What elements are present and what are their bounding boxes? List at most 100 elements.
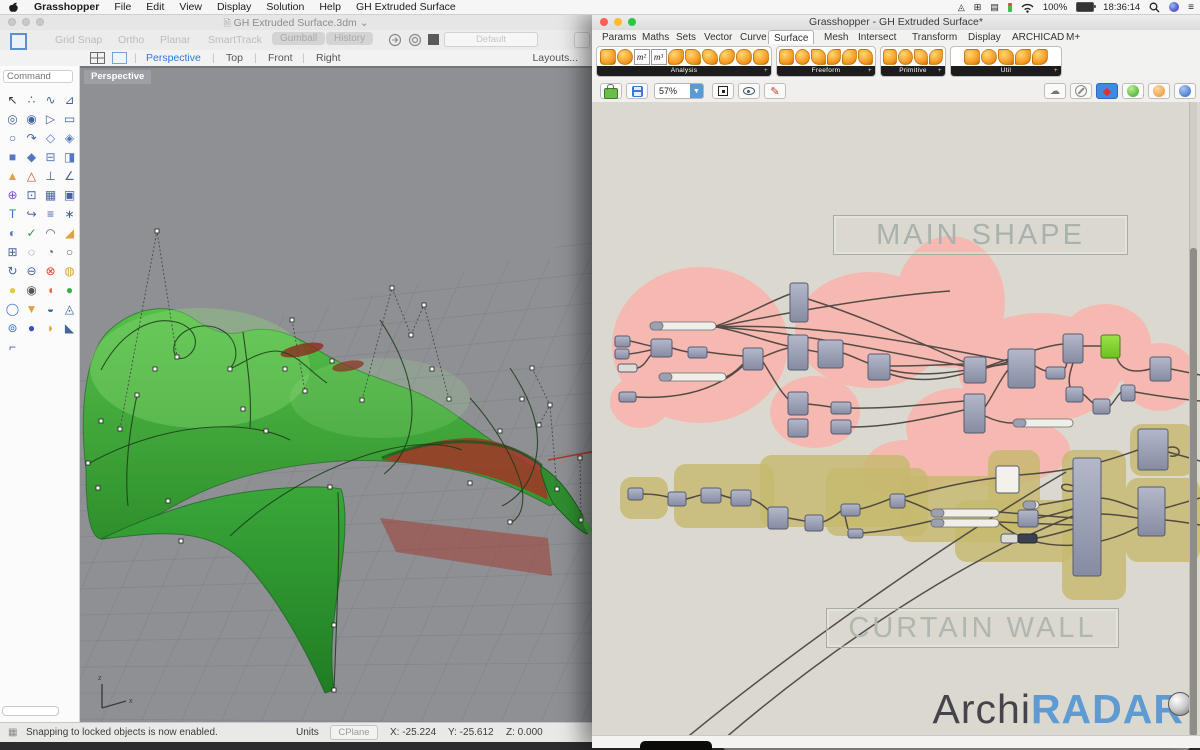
tab-perspective[interactable]: Perspective: [146, 52, 201, 64]
ortho-toggle[interactable]: Ortho: [118, 34, 144, 46]
gh-menu-params[interactable]: Params: [598, 31, 640, 44]
gumball-button[interactable]: Gumball: [272, 32, 325, 45]
eval-component-icon[interactable]: [702, 49, 718, 65]
swoosh-component-icon[interactable]: [858, 49, 873, 65]
snap-grid-icon[interactable]: ▦: [8, 727, 17, 738]
flower-component-icon[interactable]: [998, 49, 1014, 65]
tab-front[interactable]: Front: [268, 52, 293, 64]
rhino-tool-icon-40[interactable]: ◍: [60, 261, 79, 280]
clock-component-icon[interactable]: [617, 49, 633, 65]
m3-component-icon[interactable]: m³: [651, 49, 667, 65]
curtain-wall-group-panel[interactable]: CURTAIN WALL: [826, 608, 1119, 648]
rhino-tool-icon-6[interactable]: ◉: [22, 109, 41, 128]
menubar-item-grasshopper[interactable]: Grasshopper: [34, 1, 99, 13]
rhino-tool-icon-34[interactable]: ◌: [22, 242, 41, 261]
gh-menu-intersect[interactable]: Intersect: [854, 31, 900, 44]
history-button[interactable]: History: [326, 32, 373, 45]
gh-menu-vector[interactable]: Vector: [700, 31, 736, 44]
cube-component-icon[interactable]: [600, 49, 616, 65]
menubar-item-view[interactable]: View: [179, 1, 202, 13]
menubar-item-gh-extruded-surface[interactable]: GH Extruded Surface: [356, 1, 456, 13]
apple-logo-icon[interactable]: [8, 1, 19, 13]
rhino-tool-icon-32[interactable]: ◢: [60, 223, 79, 242]
rhino-tool-icon-44[interactable]: ●: [60, 280, 79, 299]
group-label-analysis[interactable]: Analysis+: [597, 66, 771, 76]
menubar-status-icon-3[interactable]: ▤: [990, 2, 999, 13]
gh-menu-archicad[interactable]: ARCHICAD: [1008, 31, 1068, 44]
rhino-tool-icon-41[interactable]: ●: [3, 280, 22, 299]
rhino-tool-icon-52[interactable]: ◣: [60, 318, 79, 337]
siri-icon[interactable]: [1169, 2, 1179, 12]
grasshopper-titlebar[interactable]: Grasshopper - GH Extruded Surface*: [592, 14, 1200, 31]
rhino-tool-icon-10[interactable]: ↷: [22, 128, 41, 147]
layouts-button[interactable]: Layouts...: [532, 52, 578, 64]
rhino-tool-icon-15[interactable]: ⊟: [41, 147, 60, 166]
rhino-tool-icon-50[interactable]: ●: [22, 318, 41, 337]
rhino-tool-icon-9[interactable]: ○: [3, 128, 22, 147]
menubar-clock[interactable]: 18:36:14: [1103, 2, 1140, 13]
group-label-primitive[interactable]: Primitive+: [881, 66, 945, 76]
spotlight-icon[interactable]: [1149, 2, 1160, 13]
menubar-status-icon-1[interactable]: ◬: [958, 2, 965, 13]
gh-menu-transform[interactable]: Transform: [908, 31, 961, 44]
rhino-tool-icon-5[interactable]: ◎: [3, 109, 22, 128]
group-label-util[interactable]: Util+: [951, 66, 1061, 76]
single-view-layout-icon[interactable]: [112, 52, 127, 64]
notification-center-icon[interactable]: ≡: [1188, 2, 1194, 13]
grid2-component-icon[interactable]: [981, 49, 997, 65]
wifi-icon[interactable]: [1021, 2, 1034, 13]
planar-toggle[interactable]: Planar: [160, 34, 190, 46]
gh-menu-maths[interactable]: Maths: [638, 31, 673, 44]
preview-green-button[interactable]: [1122, 83, 1144, 99]
rhino-tool-icon-29[interactable]: ◐: [3, 223, 22, 242]
snail-component-icon[interactable]: [1015, 49, 1031, 65]
rhino-tool-icon-19[interactable]: ⊥: [41, 166, 60, 185]
waves-component-icon[interactable]: [827, 49, 842, 65]
rhino-tool-icon-13[interactable]: ■: [3, 147, 22, 166]
rhino-tool-icon-35[interactable]: ◔: [41, 242, 60, 261]
main-shape-group-panel[interactable]: MAIN SHAPE: [833, 215, 1128, 255]
group-expand-icon[interactable]: +: [938, 66, 942, 76]
save-button[interactable]: [626, 83, 648, 99]
zoom-level-field[interactable]: 57% ▼: [654, 83, 704, 99]
perspective-viewport[interactable]: z x Perspective: [80, 66, 592, 722]
rhino-tool-icon-17[interactable]: ▲: [3, 166, 22, 185]
grasshopper-canvas[interactable]: MAIN SHAPE CURTAIN WALL ArchiRADAR: [592, 102, 1200, 736]
menubar-item-solution[interactable]: Solution: [266, 1, 304, 13]
menubar-power-gadget-icon[interactable]: [1008, 3, 1012, 12]
rhino-tool-icon-21[interactable]: ⊕: [3, 185, 22, 204]
rhino-tool-icon-3[interactable]: ∿: [41, 90, 60, 109]
rhino-tool-icon-42[interactable]: ◉: [22, 280, 41, 299]
filter-icon[interactable]: [388, 33, 402, 47]
rhino-tool-icon-22[interactable]: ⊡: [22, 185, 41, 204]
rhino-tool-icon-48[interactable]: ◬: [60, 299, 79, 318]
ball-component-icon[interactable]: [929, 49, 943, 65]
four-view-layout-icon[interactable]: [90, 52, 105, 64]
preview-gem-button[interactable]: ◆: [1096, 83, 1118, 99]
menubar-item-help[interactable]: Help: [319, 1, 341, 13]
display-mode-dropdown[interactable]: Default: [444, 32, 538, 47]
lock-solver-button[interactable]: [600, 83, 622, 99]
rhino-tool-icon-47[interactable]: ◒: [41, 299, 60, 318]
rhino-tool-icon-49[interactable]: ⊚: [3, 318, 22, 337]
rhino-tool-icon-26[interactable]: ↪: [22, 204, 41, 223]
preview-orange-button[interactable]: [1148, 83, 1170, 99]
rhino-tool-icon-20[interactable]: ∠: [60, 166, 79, 185]
rhino-tool-icon-2[interactable]: ∴: [22, 90, 41, 109]
zoom-extents-button[interactable]: [712, 83, 734, 99]
shell-component-icon[interactable]: [719, 49, 735, 65]
rhino-tool-icon-4[interactable]: ⊿: [60, 90, 79, 109]
rhino-tool-icon-1[interactable]: ↖: [3, 90, 22, 109]
group-expand-icon[interactable]: +: [1054, 66, 1058, 76]
pill-component-icon[interactable]: [914, 49, 928, 65]
rhino-tool-icon-31[interactable]: ◠: [41, 223, 60, 242]
rhino-tool-icon-27[interactable]: ≡: [41, 204, 60, 223]
cap-component-icon[interactable]: [898, 49, 912, 65]
preview-sketch-button[interactable]: ☁: [1044, 83, 1066, 99]
menubar-item-display[interactable]: Display: [217, 1, 251, 13]
rhino-tool-icon-7[interactable]: ▷: [41, 109, 60, 128]
net-component-icon[interactable]: [795, 49, 810, 65]
rhino-tool-icon-28[interactable]: ∗: [60, 204, 79, 223]
rhino-tool-icon-53[interactable]: ⌐: [3, 337, 22, 356]
sphere-component-icon[interactable]: [883, 49, 897, 65]
